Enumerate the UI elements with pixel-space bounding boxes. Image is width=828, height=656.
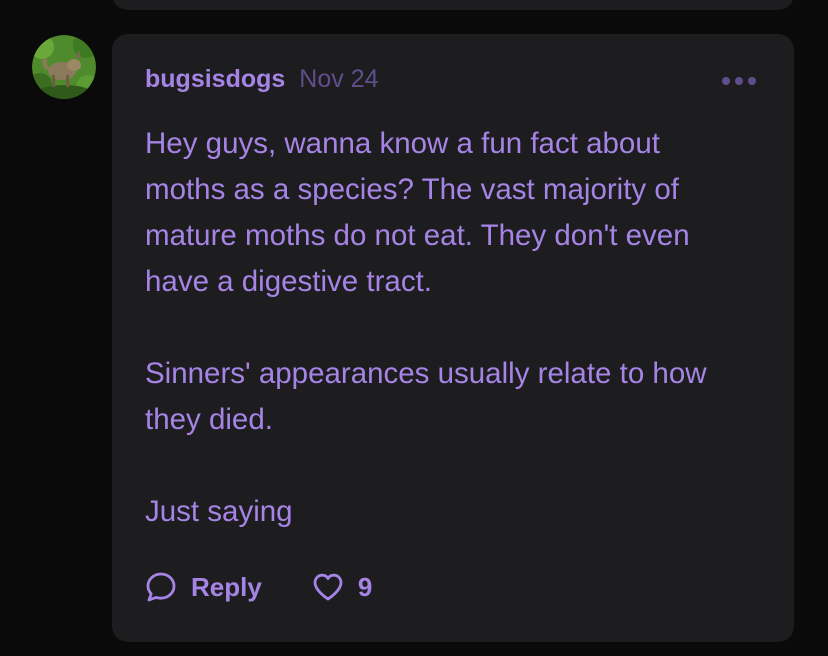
speech-bubble-icon xyxy=(146,572,176,602)
comment-date: Nov 24 xyxy=(299,65,379,93)
comment-line: have a digestive tract. xyxy=(145,265,432,298)
comment-body: Hey guys, wanna know a fun fact about mo… xyxy=(145,121,775,535)
comment-card: bugsisdogs Nov 24 Hey guys, wanna know a… xyxy=(112,34,794,642)
comment-line-blank xyxy=(145,305,775,351)
more-dots-icon xyxy=(722,77,756,85)
reply-label: Reply xyxy=(191,571,262,602)
comment-line: moths as a species? The vast majority of xyxy=(145,173,679,206)
comment-header: bugsisdogs Nov 24 xyxy=(145,65,379,94)
comment-line: Hey guys, wanna know a fun fact about xyxy=(145,127,660,160)
comment-line: they died. xyxy=(145,403,273,436)
avatar[interactable] xyxy=(32,35,96,99)
username-link[interactable]: bugsisdogs xyxy=(145,65,285,94)
more-options-button[interactable] xyxy=(718,70,762,92)
like-count: 9 xyxy=(357,571,373,602)
comment-line-blank xyxy=(145,443,775,489)
comment-line: mature moths do not eat. They don't even xyxy=(145,219,690,252)
comment-line: Just saying xyxy=(145,495,293,528)
heart-icon xyxy=(313,573,343,601)
like-button[interactable]: 9 xyxy=(312,572,372,603)
comment-thread-page: bugsisdogs Nov 24 Hey guys, wanna know a… xyxy=(0,0,828,656)
previous-comment-card xyxy=(112,0,794,10)
reply-button[interactable]: Reply xyxy=(145,571,262,603)
avatar-image xyxy=(32,35,96,99)
comment-line: Sinners' appearances usually relate to h… xyxy=(145,357,707,390)
comment-actions: Reply 9 xyxy=(145,568,372,606)
